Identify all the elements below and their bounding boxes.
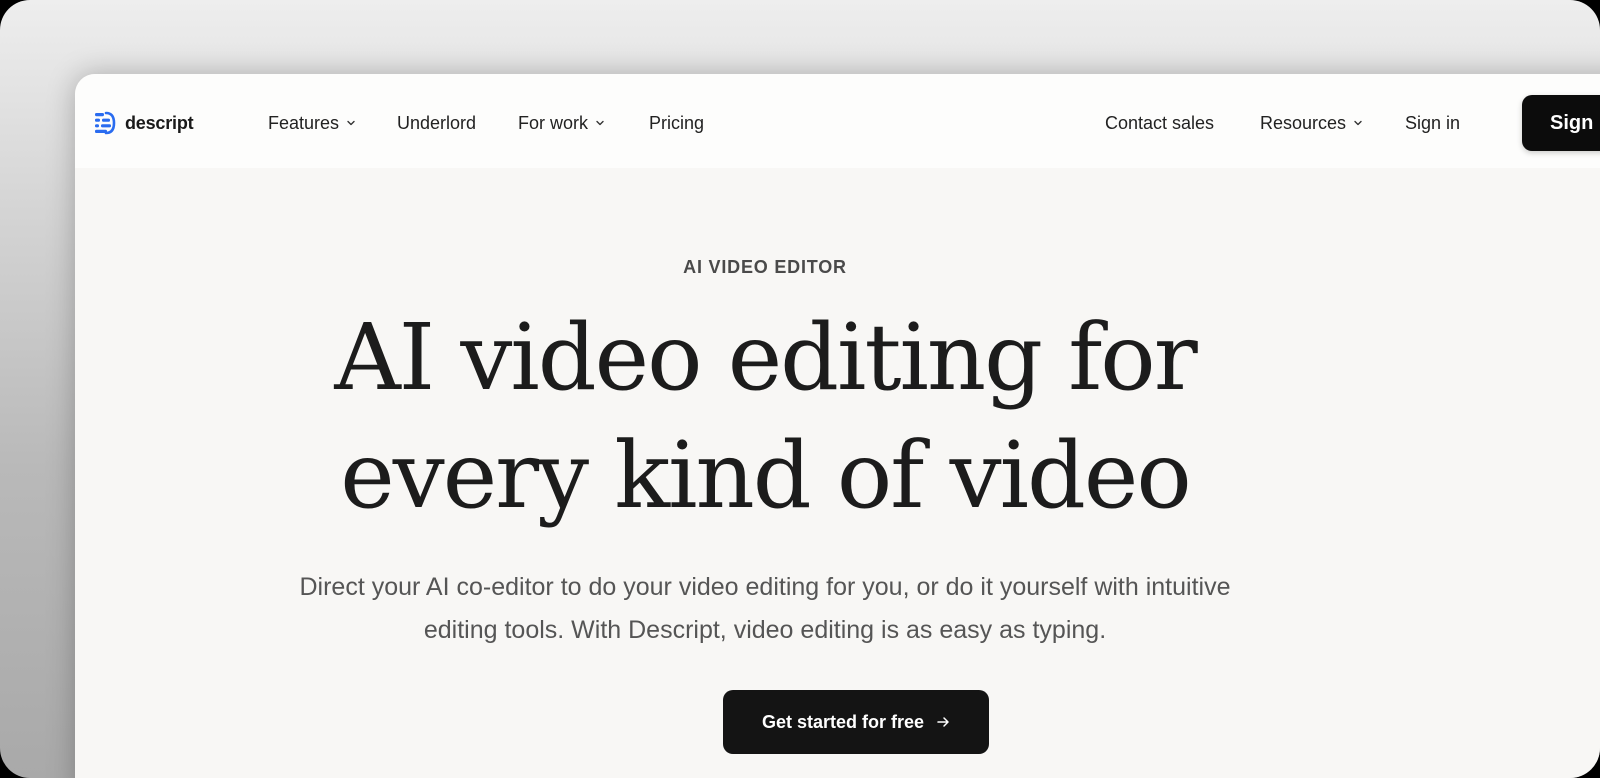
sign-up-label: Sign — [1550, 111, 1594, 134]
nav-for-work[interactable]: For work — [518, 110, 605, 136]
hero-headline-line-2: every kind of video — [340, 422, 1191, 529]
hero-description-line-2: editing tools. With Descript, video edit… — [423, 616, 1107, 644]
nav-pricing[interactable]: Pricing — [649, 110, 704, 136]
hero-headline-line-1: AI video editing for — [334, 304, 1197, 411]
logo-wordmark: descript — [125, 112, 194, 133]
get-started-label: Get started for free — [761, 711, 925, 732]
sign-up-button[interactable]: Sign — [1522, 95, 1600, 151]
hero-headline: AI video editing for every kind of video — [75, 299, 1545, 535]
nav-features-label: Features — [268, 112, 340, 133]
nav-contact-sales-label: Contact sales — [1105, 112, 1215, 133]
arrow-right-icon — [937, 717, 949, 727]
nav-pricing-label: Pricing — [649, 112, 705, 133]
nav-underlord[interactable]: Underlord — [397, 110, 476, 136]
browser-viewport: descript Features Underlord For work Pri… — [75, 74, 1600, 778]
descript-logo-icon — [95, 111, 116, 135]
hero-eyebrow: AI VIDEO EDITOR — [683, 257, 847, 277]
nav-sign-in[interactable]: Sign in — [1405, 110, 1460, 136]
nav-underlord-label: Underlord — [397, 112, 477, 133]
nav-resources-label: Resources — [1260, 112, 1347, 133]
nav-sign-in-label: Sign in — [1405, 112, 1461, 133]
nav-contact-sales[interactable]: Contact sales — [1105, 110, 1214, 136]
hero-description-line-1: Direct your AI co-editor to do your vide… — [299, 573, 1231, 601]
descript-logo[interactable]: descript — [95, 110, 194, 136]
nav-features[interactable]: Features — [268, 110, 356, 136]
get-started-button[interactable]: Get started for free — [723, 690, 989, 754]
nav-resources[interactable]: Resources — [1260, 110, 1363, 136]
top-navbar: descript Features Underlord For work Pri… — [75, 74, 1600, 168]
nav-for-work-label: For work — [518, 112, 589, 133]
hero-description: Direct your AI co-editor to do your vide… — [75, 566, 1545, 652]
chevron-down-icon — [596, 120, 604, 126]
chevron-down-icon — [347, 120, 355, 126]
device-frame: descript Features Underlord For work Pri… — [0, 0, 1600, 778]
chevron-down-icon — [1354, 120, 1362, 126]
